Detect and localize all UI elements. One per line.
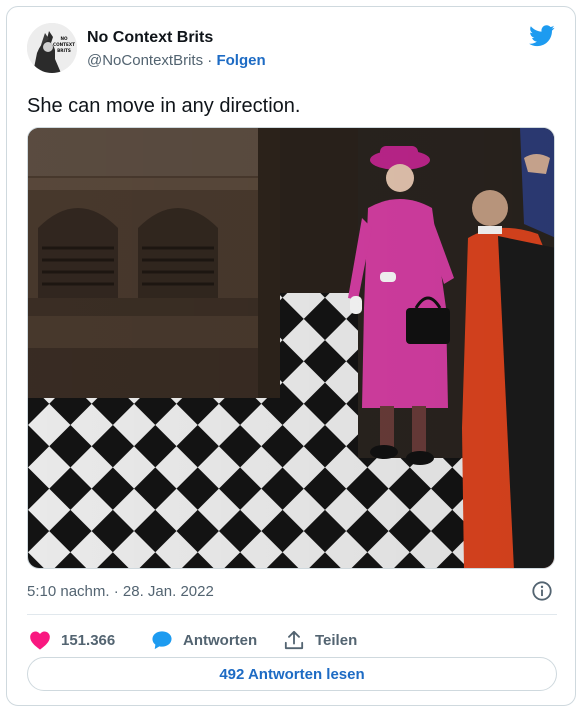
share-label: Teilen	[315, 631, 358, 649]
tweet-embed-card: NO CONTEXT BRITS No Context Brits @NoCon…	[6, 6, 576, 706]
tweet-timestamp[interactable]: 5:10 nachm. · 28. Jan. 2022	[27, 583, 214, 600]
follow-button[interactable]: Folgen	[216, 52, 265, 69]
svg-text:BRITS: BRITS	[57, 48, 71, 53]
meta-separator: ·	[113, 583, 119, 600]
reply-bubble-icon	[152, 631, 172, 650]
action-bar: 151.366 Antworten Teilen	[27, 625, 557, 655]
share-icon	[284, 630, 304, 650]
read-replies-button[interactable]: 492 Antworten lesen	[27, 657, 557, 691]
tweet-text: She can move in any direction.	[27, 95, 301, 117]
share-button[interactable]: Teilen	[283, 625, 357, 655]
photo-image	[28, 128, 554, 568]
info-icon[interactable]	[531, 580, 553, 602]
avatar[interactable]: NO CONTEXT BRITS	[27, 23, 77, 73]
reply-button[interactable]: Antworten	[151, 625, 257, 655]
divider	[27, 614, 557, 615]
svg-text:NO: NO	[60, 36, 68, 41]
reply-label: Antworten	[183, 631, 258, 649]
like-button[interactable]: 151.366	[29, 625, 115, 655]
tweet-photo[interactable]	[27, 127, 555, 569]
twitter-bird-icon[interactable]	[529, 25, 555, 47]
display-name[interactable]: No Context Brits	[87, 29, 213, 47]
avatar-image: NO CONTEXT BRITS	[27, 23, 77, 73]
handle-separator: ·	[207, 52, 213, 69]
tweet-date: 28. Jan. 2022	[122, 583, 214, 600]
handle[interactable]: @NoContextBrits	[87, 52, 203, 69]
tweet-time: 5:10 nachm.	[27, 583, 110, 600]
svg-text:CONTEXT: CONTEXT	[53, 42, 75, 47]
like-count: 151.366	[61, 631, 116, 649]
handle-row: @NoContextBrits · Folgen	[87, 52, 266, 69]
heart-icon	[30, 631, 50, 650]
